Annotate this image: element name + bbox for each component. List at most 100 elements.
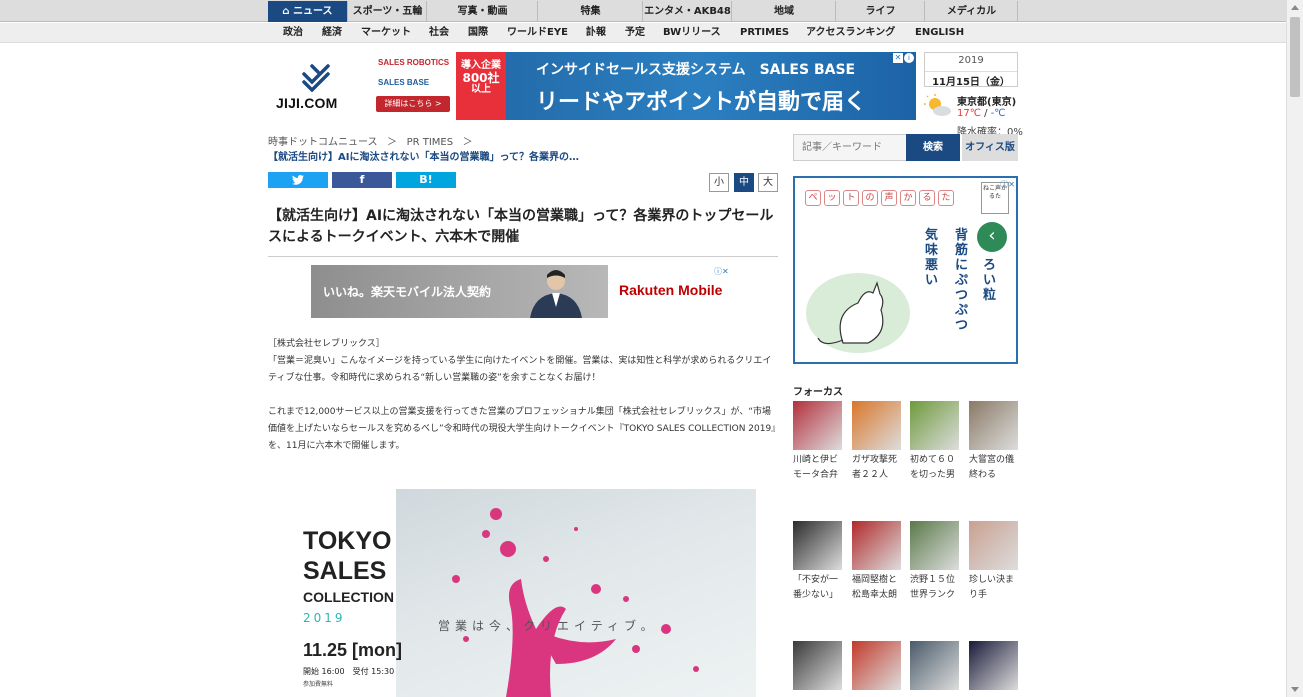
sub-nav-worldeye[interactable]: ワールドEYE [507,23,568,43]
focus-caption[interactable]: 渋野１５位世界ランク [910,573,962,603]
twitter-icon [292,175,304,185]
hero-date: 11.25 [mon] [303,640,403,660]
hatena-share-button[interactable]: B! [396,172,456,188]
focus-caption[interactable]: 川崎と伊ビモータ合弁 [793,453,845,483]
ad-info-icon[interactable]: i [904,53,914,63]
inline-ad-rakuten[interactable]: いいね。楽天モバイル法人契約 Rakuten Mobile ⓘ✕ [311,265,736,318]
sub-nav-obituary[interactable]: 訃報 [586,23,606,43]
search-bar: 検索 オフィス版 [793,134,1018,161]
focus-thumbnail[interactable] [793,641,842,690]
focus-thumbnail[interactable] [910,401,959,450]
ad-detail-button[interactable]: 詳細はこちら > [376,96,450,112]
breadcrumb-current: 【就活生向け】AIに淘汰されない「本当の営業職」って？各業界の… [268,152,579,163]
nav-tab-news[interactable]: ⌂ ニュース [268,1,348,22]
nav-tab-sports[interactable]: スポーツ・五輪 [349,1,427,22]
sub-nav-bwrelease[interactable]: BWリリース [663,23,721,43]
top-banner-ad[interactable]: SALES ROBOTICS SALES BASE 詳細はこちら > 導入企業 … [370,52,916,120]
nav-tab-label: ニュース [293,6,333,17]
font-size-medium[interactable]: 中 [734,173,754,192]
breadcrumb-home[interactable]: 時事ドットコムニュース [268,137,378,148]
focus-thumbnail[interactable] [852,641,901,690]
focus-thumbnail[interactable] [793,521,842,570]
sub-nav-market[interactable]: マーケット [361,23,411,43]
search-button[interactable]: 検索 [906,134,960,161]
scroll-down-arrow-icon[interactable] [1291,687,1299,692]
hero-tagline: 営業は今、クリエイティブ。 [438,619,658,633]
sub-nav-international[interactable]: 国際 [468,23,488,43]
focus-caption[interactable]: ガザ攻撃死者２２人 [852,453,904,483]
sub-nav-schedule[interactable]: 予定 [625,23,645,43]
sub-nav-politics[interactable]: 政治 [283,23,303,43]
ad-title-char: た [938,190,954,206]
article-headline: 【就活生向け】AIに淘汰されない「本当の営業職」って？各業界のトップセールスによ… [268,208,774,245]
ad-brand: SALES ROBOTICS [378,58,450,67]
font-size-large[interactable]: 大 [758,173,778,192]
nav-tab-region[interactable]: 地域 [733,1,836,22]
focus-thumbnail[interactable] [910,521,959,570]
scroll-up-arrow-icon[interactable] [1291,5,1299,10]
ad-info-icon[interactable]: ⓘ✕ [1000,179,1015,190]
nav-tab-photo[interactable]: 写真・動画 [428,1,538,22]
side-ad[interactable]: ペ ッ ト の 声 か る た ねこ声かるた ⓘ✕ 気味悪い 背筋にぷつぷつ ‹… [793,176,1018,364]
breadcrumb-section[interactable]: PR TIMES [407,137,454,148]
site-logo[interactable]: JIJI.COM [276,60,358,114]
temp-high: 17℃ [957,108,981,119]
temp-low: -℃ [990,108,1006,119]
sub-nav-english[interactable]: ENGLISH [915,23,964,43]
focus-thumbnail[interactable] [852,401,901,450]
divider [268,256,778,257]
ad-title-char: か [900,190,916,206]
nav-tab-medical[interactable]: メディカル [926,1,1018,22]
date-box: 2019 11月15日（金） [924,52,1018,88]
search-input[interactable] [793,134,907,161]
focus-caption[interactable]: 珍しい決まり手 [969,573,1021,603]
focus-thumbnail[interactable] [969,401,1018,450]
home-icon: ⌂ [282,6,294,17]
focus-caption[interactable]: 大嘗宮の儀終わる [969,453,1021,483]
ad-close-icon[interactable]: ✕ [893,53,903,63]
article-company: ［株式会社セレブリックス］ [268,339,385,349]
focus-caption[interactable]: 初めて６０を切った男 [910,453,962,483]
hero-fee: 参加費無料 [303,681,334,688]
ad-title-char: る [919,190,935,206]
sub-nav-economy[interactable]: 経済 [322,23,342,43]
focus-thumbnail[interactable] [852,521,901,570]
temp-sep: / [980,108,991,119]
ad-line1: インサイドセールス支援システム SALES BASE [536,62,856,78]
ad-badge-line: 以上 [471,84,491,95]
sub-nav-prtimes[interactable]: PRTIMES [740,23,789,43]
scrollbar[interactable] [1286,0,1303,697]
ad-brand-panel: SALES ROBOTICS SALES BASE 詳細はこちら > [370,52,456,120]
office-version-button[interactable]: オフィス版 [962,134,1018,161]
ad-person-image [530,270,582,318]
breadcrumb-sep-char: ＞ [387,137,398,148]
facebook-share-button[interactable]: f [332,172,392,188]
chevron-left-icon[interactable]: ‹ [977,222,1007,252]
focus-thumbnail[interactable] [969,641,1018,690]
ad-brand2: SALES BASE [378,78,430,87]
focus-thumbnail[interactable] [793,401,842,450]
nav-tab-life[interactable]: ライフ [837,1,925,22]
font-size-small[interactable]: 小 [709,173,729,192]
nav-tab-entame[interactable]: エンタメ・AKB48 [644,1,732,22]
twitter-share-button[interactable] [268,172,328,188]
sub-nav-society[interactable]: 社会 [429,23,449,43]
ad-line2: リードやアポイントが自動で届く [536,90,867,115]
article-paragraph: これまで12,000サービス以上の営業支援を行ってきた営業のプロフェッショナル集… [268,407,776,451]
breadcrumb-sep: ＞ [381,137,404,148]
article-lead: 「営業＝泥臭い」こんなイメージを持っている学生に向けたイベントを開催。営業は、実… [268,356,772,383]
focus-thumbnail[interactable] [969,521,1018,570]
date-year: 2019 [958,55,984,66]
ad-title-char: 声 [881,190,897,206]
focus-thumbnail[interactable] [910,641,959,690]
ad-vertical-text: ろい粒 [983,258,997,303]
scrollbar-thumb[interactable] [1290,17,1300,97]
nav-tab-special[interactable]: 特集 [539,1,643,22]
focus-caption[interactable]: 福岡堅樹と松島幸太朗 [852,573,904,603]
hero-title-2: SALES [303,557,387,585]
sun-cloud-icon [924,94,951,116]
main-nav: ⌂ ニュース スポーツ・五輪 写真・動画 特集 エンタメ・AKB48 地域 ライ… [0,0,1286,22]
ad-info-icon[interactable]: ⓘ✕ [714,266,729,277]
sub-nav-ranking[interactable]: アクセスランキング [806,23,895,43]
focus-caption[interactable]: 「不安が一番少ない」 [793,573,845,603]
